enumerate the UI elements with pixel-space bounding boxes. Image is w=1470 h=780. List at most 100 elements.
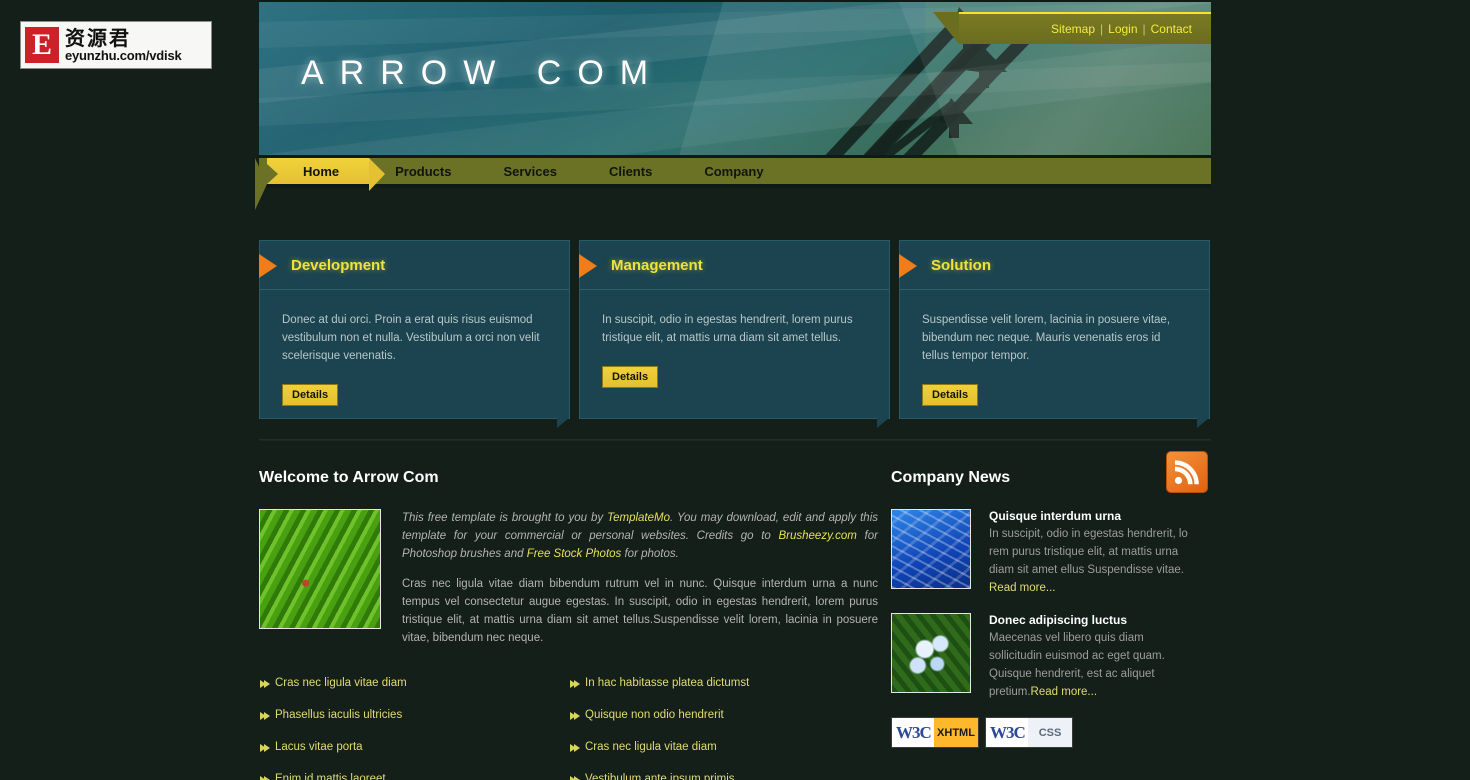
feature-box-text: Suspendisse velit lorem, lacinia in posu… [922, 314, 1171, 362]
news-item-text: Maecenas vel libero quis diam sollicitud… [989, 629, 1197, 701]
nav-item-home[interactable]: Home [254, 158, 386, 210]
feature-boxes: Development Donec at dui orci. Proin a e… [259, 240, 1211, 428]
news-item-title: Donec adipiscing luctus [989, 613, 1128, 627]
site-banner: ARROW COM Sitemap | Login | Contact [259, 0, 1211, 155]
watermark-text: 资源君 eyunzhu.com/vdisk [65, 28, 182, 62]
top-link-contact[interactable]: Contact [1146, 22, 1197, 36]
welcome-link[interactable]: Phasellus iaculis ultricies [259, 709, 402, 721]
box-corner-fold [557, 418, 569, 428]
welcome-image [259, 509, 381, 629]
link-brusheezy[interactable]: Brusheezy.com [778, 530, 856, 542]
welcome-column: Welcome to Arrow Com This free template … [259, 469, 879, 780]
feature-box-text: In suscipit, odio in egestas hendrerit, … [602, 314, 853, 344]
nav-item-services[interactable]: Services [477, 158, 583, 184]
top-link-login[interactable]: Login [1103, 22, 1142, 36]
news-thumbnail [891, 509, 971, 589]
news-text-block: Donec adipiscing luctus Maecenas vel lib… [989, 613, 1197, 701]
welcome-list-right: In hac habitasse platea dictumst Quisque… [569, 673, 879, 780]
list-item: Cras nec ligula vitae diam [259, 673, 569, 691]
welcome-link[interactable]: Quisque non odio hendrerit [569, 709, 724, 721]
news-item-title: Quisque interdum urna [989, 509, 1122, 523]
box-corner-fold [1197, 418, 1209, 428]
news-item: Quisque interdum urna In suscipit, odio … [891, 509, 1211, 597]
welcome-link[interactable]: Vestibulum ante ipsum primis [569, 773, 735, 780]
welcome-lead-paragraph: This free template is brought to you by … [402, 509, 878, 563]
section-divider [259, 439, 1211, 441]
read-more-link[interactable]: Read more... [989, 582, 1055, 594]
arrow-right-icon [579, 254, 597, 278]
feature-box-header: Development [259, 241, 569, 290]
nav-item-home-label: Home [303, 163, 340, 179]
details-button[interactable]: Details [602, 366, 659, 388]
page-title: Welcome to Arrow Com [259, 469, 439, 486]
feature-box-text: Donec at dui orci. Proin a erat quis ris… [282, 314, 540, 362]
list-item: Enim id mattis laoreet [259, 769, 569, 780]
read-more-link[interactable]: Read more... [1031, 686, 1097, 698]
lead-part-1: This free template is brought to you by [402, 512, 608, 524]
nav-chevron-icon [267, 164, 278, 184]
welcome-link[interactable]: Lacus vitae porta [259, 741, 363, 753]
feature-box-management: Management In suscipit, odio in egestas … [579, 240, 890, 428]
news-text-block: Quisque interdum urna In suscipit, odio … [989, 509, 1197, 597]
arrow-right-icon [259, 254, 277, 278]
arrow-right-icon [899, 254, 917, 278]
list-item: Lacus vitae porta [259, 737, 569, 755]
badge-brand: W3C [986, 718, 1028, 747]
welcome-link[interactable]: Enim id mattis laoreet [259, 773, 386, 780]
welcome-link[interactable]: In hac habitasse platea dictumst [569, 677, 749, 689]
site-container: ARROW COM Sitemap | Login | Contact Home… [254, 0, 1211, 780]
badge-brand: W3C [892, 718, 934, 747]
welcome-body-paragraph: Cras nec ligula vitae diam bibendum rutr… [402, 578, 878, 644]
nav-item-clients[interactable]: Clients [583, 158, 678, 184]
nav-item-products[interactable]: Products [369, 158, 477, 184]
watermark-logo: E 资源君 eyunzhu.com/vdisk [20, 21, 212, 69]
top-link-sitemap[interactable]: Sitemap [1046, 22, 1100, 36]
welcome-list-left: Cras nec ligula vitae diam Phasellus iac… [259, 673, 569, 780]
badge-xhtml[interactable]: W3C XHTML [891, 717, 979, 748]
validation-badges: W3C XHTML W3C CSS [891, 717, 1211, 748]
feature-box-title: Solution [931, 256, 991, 274]
feature-box-header: Solution [899, 241, 1209, 290]
list-item: Cras nec ligula vitae diam [569, 737, 879, 755]
welcome-link-lists: Cras nec ligula vitae diam Phasellus iac… [259, 673, 879, 780]
feature-box-body: In suscipit, odio in egestas hendrerit, … [580, 290, 889, 388]
feature-box-development: Development Donec at dui orci. Proin a e… [259, 240, 570, 428]
feature-box-body: Suspendisse velit lorem, lacinia in posu… [900, 290, 1209, 406]
feature-box-title: Development [291, 256, 386, 274]
details-button[interactable]: Details [282, 384, 339, 406]
badge-css[interactable]: W3C CSS [985, 717, 1073, 748]
news-item: Donec adipiscing luctus Maecenas vel lib… [891, 613, 1211, 701]
welcome-text-block: This free template is brought to you by … [402, 509, 878, 647]
link-templatemo[interactable]: TemplateMo [607, 512, 670, 524]
badge-label: CSS [1028, 718, 1072, 747]
list-item: Vestibulum ante ipsum primis [569, 769, 879, 780]
badge-label: XHTML [934, 718, 978, 747]
watermark-letter-icon: E [25, 27, 59, 63]
details-button[interactable]: Details [922, 384, 979, 406]
main-navigation: Home Products Services Clients Company [254, 155, 1211, 210]
rss-glyph-icon [1174, 460, 1199, 485]
feature-box-body: Donec at dui orci. Proin a erat quis ris… [260, 290, 569, 406]
lead-part-4: for photos. [621, 548, 679, 560]
watermark-url: eyunzhu.com/vdisk [65, 48, 182, 63]
watermark-chinese: 资源君 [65, 26, 131, 50]
news-item-text: In suscipit, odio in egestas hendrerit, … [989, 525, 1197, 597]
site-title: ARROW COM [301, 54, 665, 92]
news-column: Company News Quisque interdum urna In su… [891, 451, 1211, 780]
top-links: Sitemap | Login | Contact [933, 12, 1211, 44]
link-free-stock-photos[interactable]: Free Stock Photos [527, 548, 622, 560]
feature-box-title: Management [611, 256, 703, 274]
welcome-intro: This free template is brought to you by … [259, 509, 879, 647]
list-item: In hac habitasse platea dictumst [569, 673, 879, 691]
welcome-link[interactable]: Cras nec ligula vitae diam [259, 677, 407, 689]
lower-content: Welcome to Arrow Com This free template … [259, 451, 1211, 780]
rss-icon[interactable] [1166, 451, 1208, 493]
list-item: Phasellus iaculis ultricies [259, 705, 569, 723]
welcome-link[interactable]: Cras nec ligula vitae diam [569, 741, 717, 753]
news-title: Company News [891, 469, 1011, 486]
feature-box-header: Management [579, 241, 889, 290]
nav-item-company[interactable]: Company [678, 158, 789, 184]
list-item: Quisque non odio hendrerit [569, 705, 879, 723]
news-item-body: In suscipit, odio in egestas hendrerit, … [989, 528, 1188, 576]
news-thumbnail [891, 613, 971, 693]
